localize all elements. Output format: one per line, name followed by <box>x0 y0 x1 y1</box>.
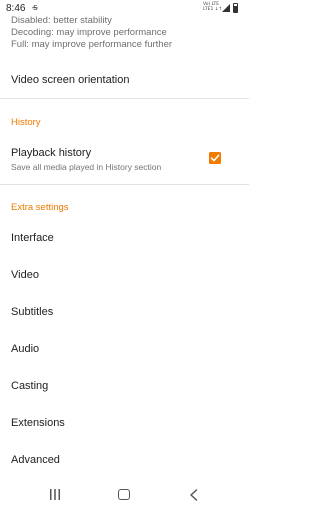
extra-settings-item-interface[interactable]: Interface <box>11 232 54 244</box>
summary-line: Full: may improve performance further <box>11 39 173 50</box>
network-indicator: Vo) LTE LTE1 ↓↑ <box>203 2 222 12</box>
recents-icon[interactable] <box>49 489 61 500</box>
signal-icon <box>222 4 230 12</box>
network-line-2: LTE1 ↓↑ <box>203 7 223 12</box>
extra-settings-item-audio[interactable]: Audio <box>11 343 39 355</box>
extra-settings-item-video[interactable]: Video <box>11 269 39 281</box>
playback-history-checkbox[interactable] <box>209 152 221 164</box>
status-bar: 8:46 ꜱ̶ Vo) LTE LTE1 ↓↑ <box>0 0 249 16</box>
home-icon[interactable] <box>118 489 130 500</box>
video-screen-orientation-item[interactable]: Video screen orientation <box>11 74 129 86</box>
status-time: 8:46 <box>6 3 26 14</box>
playback-history-title[interactable]: Playback history <box>11 147 91 159</box>
divider <box>0 184 249 185</box>
history-section-header: History <box>11 117 41 128</box>
playback-history-summary: Save all media played in History section <box>11 162 162 172</box>
extra-settings-item-advanced[interactable]: Advanced <box>11 454 60 466</box>
extra-settings-item-casting[interactable]: Casting <box>11 380 48 392</box>
notification-icon: ꜱ̶ <box>33 2 38 12</box>
divider <box>0 98 249 99</box>
back-icon[interactable] <box>189 489 199 501</box>
extra-settings-section-header: Extra settings <box>11 202 69 213</box>
summary-line: Disabled: better stability <box>11 15 112 26</box>
check-icon <box>210 154 220 162</box>
summary-line: Decoding: may improve performance <box>11 27 167 38</box>
extra-settings-item-extensions[interactable]: Extensions <box>11 417 65 429</box>
extra-settings-item-subtitles[interactable]: Subtitles <box>11 306 53 318</box>
navigation-bar <box>0 480 249 512</box>
hw-acceleration-summary[interactable]: Disabled: better stability Decoding: may… <box>11 15 241 51</box>
battery-icon <box>233 3 238 13</box>
